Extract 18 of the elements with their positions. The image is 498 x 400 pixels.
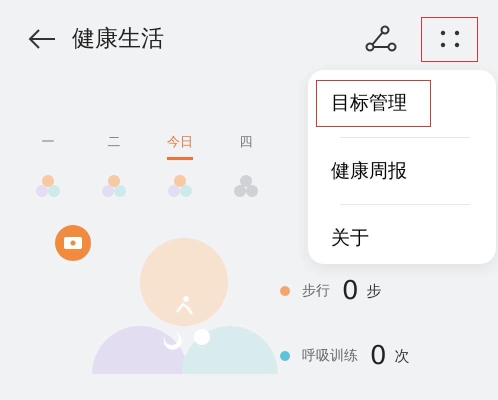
day-tab[interactable]: 今日 (167, 133, 193, 160)
back-icon[interactable] (28, 28, 56, 50)
page-title: 健康生活 (72, 24, 164, 54)
stat-value: 0 (342, 274, 359, 308)
stat-unit: 次 (394, 346, 410, 367)
day-tab[interactable]: 二 (108, 133, 120, 160)
stat-label: 呼吸训练 (302, 346, 358, 366)
menu-item[interactable]: 目标管理 (316, 80, 431, 126)
stat-unit: 步 (366, 280, 382, 302)
stat-label: 步行 (302, 282, 330, 300)
day-tab[interactable]: 四 (240, 133, 252, 160)
more-button[interactable] (421, 16, 478, 62)
more-icon[interactable] (438, 30, 460, 48)
day-tab[interactable]: 一 (42, 133, 54, 160)
menu-item[interactable]: 健康周报 (316, 148, 431, 194)
stat-value: 0 (370, 340, 387, 372)
menu-item[interactable]: 关于 (316, 215, 431, 262)
share-icon[interactable] (365, 25, 397, 53)
